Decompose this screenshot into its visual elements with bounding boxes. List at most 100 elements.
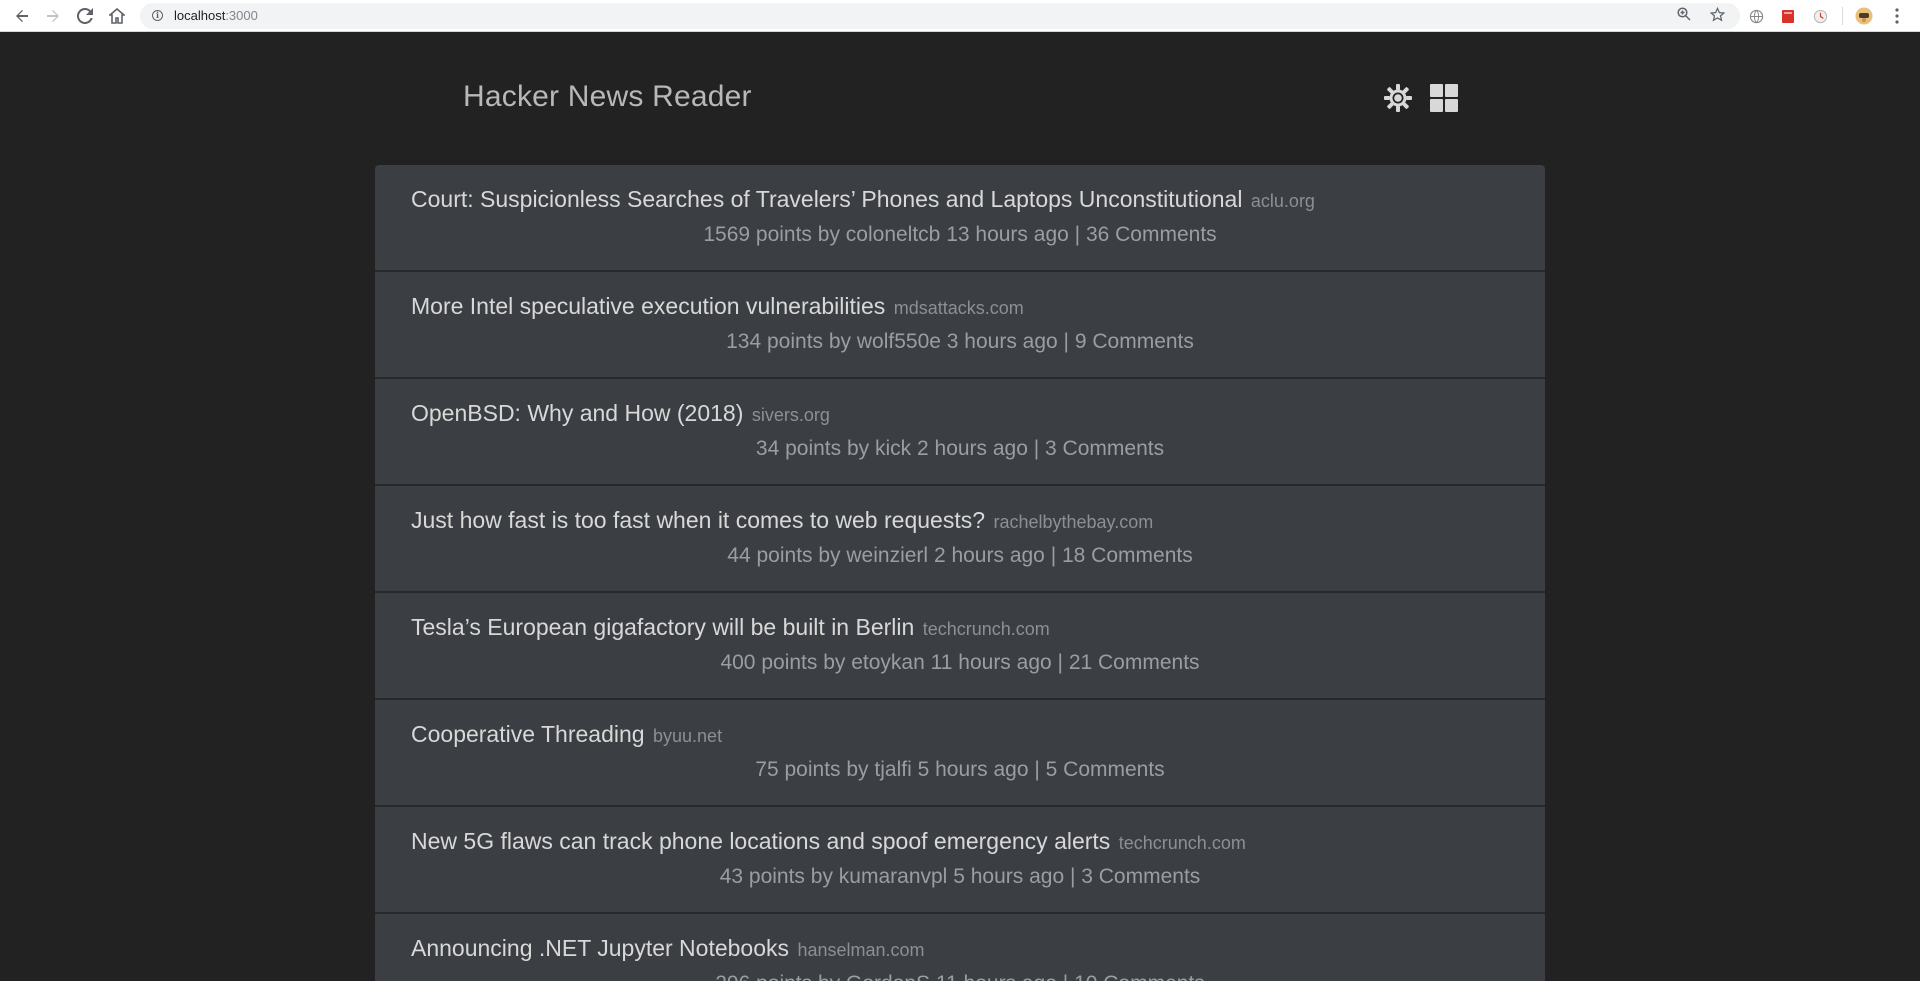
story-meta: 296 points by GordonS 11 hours ago | 10 …	[375, 972, 1545, 981]
story-title-row: Announcing .NET Jupyter Notebooks hansel…	[411, 935, 925, 962]
bookmark-star-icon[interactable]	[1708, 6, 1726, 25]
story-comments-link[interactable]: 5 Comments	[1046, 758, 1165, 781]
story-meta: 134 points by wolf550e 3 hours ago | 9 C…	[726, 330, 1194, 353]
story-title-link[interactable]: Court: Suspicionless Searches of Travele…	[411, 186, 1242, 212]
story-author: wolf550e	[856, 330, 941, 353]
story-points: 134	[726, 330, 762, 353]
story-domain: techcrunch.com	[1118, 833, 1246, 853]
story-points: 43	[719, 865, 744, 888]
story-comments-link[interactable]: 3 Comments	[1045, 437, 1164, 460]
story-points: 44	[727, 544, 751, 567]
story-meta: 43 points by kumaranvpl 5 hours ago | 3 …	[719, 865, 1201, 888]
story-author: GordonS	[846, 972, 930, 981]
story-item: Tesla’s European gigafactory will be bui…	[375, 593, 1545, 700]
story-author: weinzierl	[846, 544, 929, 567]
story-age: 3 hours ago	[946, 330, 1058, 353]
story-title-link[interactable]: More Intel speculative execution vulnera…	[411, 293, 885, 319]
story-domain: rachelbythebay.com	[993, 512, 1154, 532]
info-icon[interactable]: i	[152, 10, 163, 21]
story-comments-link[interactable]: 21 Comments	[1069, 651, 1200, 674]
extension-clock-icon[interactable]	[1810, 6, 1830, 26]
story-title-row: Court: Suspicionless Searches of Travele…	[411, 186, 1315, 213]
home-icon	[109, 8, 125, 24]
home-button[interactable]	[105, 4, 129, 28]
story-age: 5 hours ago	[917, 758, 1029, 781]
forward-button[interactable]	[41, 4, 65, 28]
story-domain: techcrunch.com	[922, 619, 1050, 639]
extension-red-icon[interactable]	[1778, 6, 1798, 26]
story-title-row: More Intel speculative execution vulnera…	[411, 293, 1024, 320]
story-comments-link[interactable]: 9 Comments	[1075, 330, 1194, 353]
story-item: Court: Suspicionless Searches of Travele…	[375, 165, 1545, 272]
story-points: 400	[720, 651, 756, 674]
sun-icon	[1384, 84, 1412, 112]
story-domain: mdsattacks.com	[893, 298, 1024, 318]
story-item: OpenBSD: Why and How (2018) sivers.org 3…	[375, 379, 1545, 486]
theme-toggle-button[interactable]	[1383, 83, 1413, 113]
story-title-row: Just how fast is too fast when it comes …	[411, 507, 1153, 534]
story-item: New 5G flaws can track phone locations a…	[375, 807, 1545, 914]
story-item: More Intel speculative execution vulnera…	[375, 272, 1545, 379]
story-title-row: New 5G flaws can track phone locations a…	[411, 828, 1246, 855]
story-title-row: Cooperative Threading byuu.net	[411, 721, 722, 748]
story-meta: 400 points by etoykan 11 hours ago | 21 …	[720, 651, 1200, 674]
story-author: kick	[874, 437, 912, 460]
arrow-right-icon	[47, 10, 59, 22]
url-host: localhost	[174, 8, 226, 23]
layout-toggle-button[interactable]	[1429, 83, 1459, 113]
story-points: 34	[755, 437, 780, 460]
story-comments-link[interactable]: 3 Comments	[1081, 865, 1200, 888]
toolbar-separator	[1842, 7, 1843, 25]
story-domain: sivers.org	[751, 405, 830, 425]
story-age: 2 hours ago	[933, 544, 1045, 567]
story-title-row: Tesla’s European gigafactory will be bui…	[411, 614, 1050, 641]
grid-icon	[1430, 84, 1458, 112]
story-age: 11 hours ago	[930, 651, 1052, 674]
story-item: Announcing .NET Jupyter Notebooks hansel…	[375, 914, 1545, 981]
story-author: kumaranvpl	[838, 865, 948, 888]
story-age: 5 hours ago	[953, 865, 1065, 888]
url-text[interactable]: localhost:3000	[174, 8, 258, 23]
story-domain: aclu.org	[1250, 191, 1315, 211]
story-author: coloneltcb	[845, 223, 941, 246]
story-points: 75	[755, 758, 779, 781]
kebab-menu-icon[interactable]	[1887, 6, 1907, 26]
app-title: Hacker News Reader	[463, 80, 752, 113]
reload-button[interactable]	[73, 4, 97, 28]
zoom-icon[interactable]	[1675, 7, 1693, 25]
extension-globe-icon[interactable]	[1746, 6, 1766, 26]
story-title-link[interactable]: Just how fast is too fast when it comes …	[411, 507, 985, 533]
story-title-link[interactable]: Announcing .NET Jupyter Notebooks	[411, 935, 789, 961]
story-age: 2 hours ago	[917, 437, 1028, 460]
story-author: etoykan	[851, 651, 925, 674]
profile-avatar-icon[interactable]	[1854, 6, 1874, 26]
story-comments-link[interactable]: 36 Comments	[1086, 223, 1217, 246]
story-title-link[interactable]: New 5G flaws can track phone locations a…	[411, 828, 1110, 854]
story-title-link[interactable]: Tesla’s European gigafactory will be bui…	[411, 614, 914, 640]
story-title-link[interactable]: OpenBSD: Why and How (2018)	[411, 400, 743, 426]
story-meta: 44 points by weinzierl 2 hours ago | 18 …	[727, 544, 1193, 567]
story-meta: 1569 points by coloneltcb 13 hours ago |…	[703, 223, 1217, 246]
url-port: :3000	[225, 8, 258, 23]
story-points: 296	[715, 972, 750, 981]
arrow-left-icon	[16, 10, 28, 22]
story-age: 13 hours ago	[946, 223, 1069, 246]
story-age: 11 hours ago	[936, 972, 1057, 981]
story-comments-link[interactable]: 10 Comments	[1074, 972, 1205, 981]
story-item: Just how fast is too fast when it comes …	[375, 486, 1545, 593]
story-list: Court: Suspicionless Searches of Travele…	[375, 165, 1545, 981]
story-item: Cooperative Threading byuu.net 75 points…	[375, 700, 1545, 807]
story-author: tjalfi	[874, 758, 912, 781]
story-meta: 75 points by tjalfi 5 hours ago | 5 Comm…	[755, 758, 1165, 781]
story-meta: 34 points by kick 2 hours ago | 3 Commen…	[755, 437, 1165, 460]
app-header: Hacker News Reader	[463, 80, 1463, 120]
browser-toolbar: i localhost:3000	[0, 0, 1920, 32]
story-points: 1569	[703, 223, 751, 246]
story-title-link[interactable]: Cooperative Threading	[411, 721, 645, 747]
story-domain: hanselman.com	[797, 940, 925, 960]
story-title-row: OpenBSD: Why and How (2018) sivers.org	[411, 400, 830, 427]
story-comments-link[interactable]: 18 Comments	[1062, 544, 1193, 567]
address-bar[interactable]: i localhost:3000	[140, 3, 1740, 29]
story-domain: byuu.net	[653, 726, 723, 746]
back-button[interactable]	[10, 4, 34, 28]
